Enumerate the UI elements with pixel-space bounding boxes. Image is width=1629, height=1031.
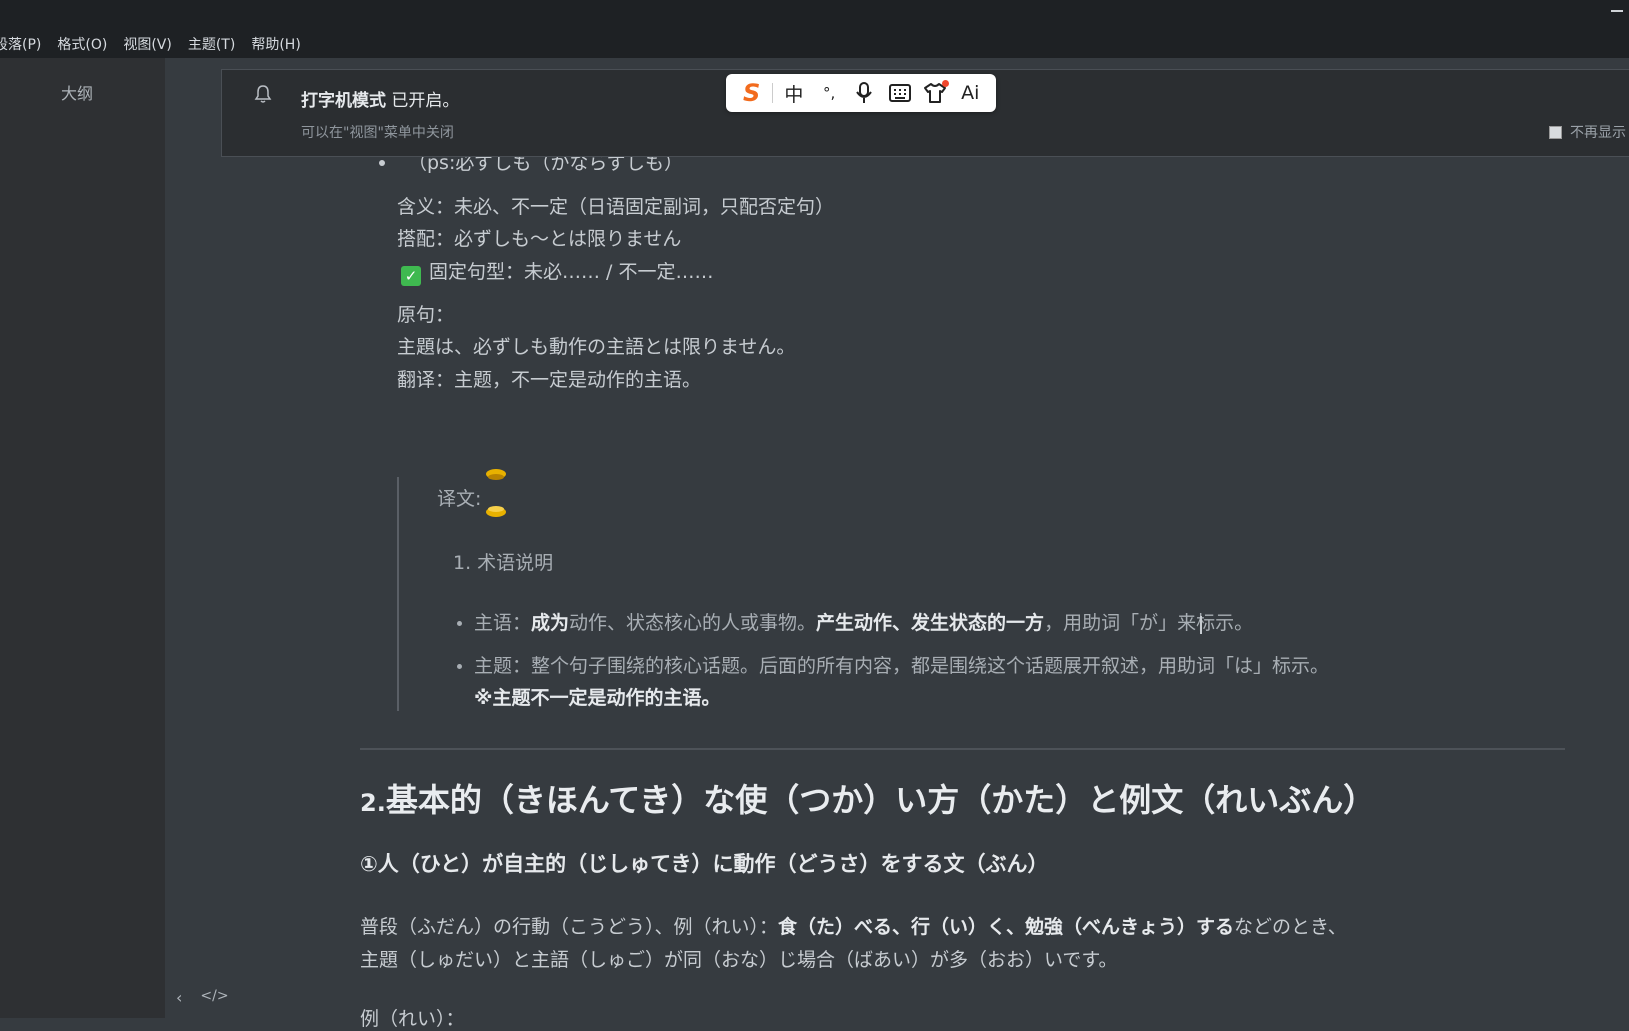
quote-list-item: 1. 术语说明 xyxy=(453,552,554,574)
subsection-heading: ①人（ひと）が自主的（じしゅてき）に動作（どうさ）をする文（ぶん） xyxy=(360,852,1049,876)
section-heading: 2.基本的（きほんてき）な使（つか）い方（かた）と例文（れいぶん） xyxy=(360,781,1376,819)
paragraph-line-2: 主題（しゅだい）と主語（しゅご）が同（おな）じ場合（ばあい）が多（おお）いです。 xyxy=(360,949,1118,971)
blockquote-bar xyxy=(397,477,399,711)
notification-subtitle: 可以在"视图"菜单中关闭 xyxy=(301,125,454,141)
punctuation-mode-button[interactable]: °, xyxy=(812,78,847,108)
notification-dot xyxy=(941,80,949,87)
sidebar-bottom-bar: ‹ </> xyxy=(176,988,229,1007)
mic-icon[interactable] xyxy=(847,78,882,108)
keyboard-icon[interactable] xyxy=(882,78,917,108)
quote-label: 译文: xyxy=(437,488,482,510)
translation-line: 翻译：主题，不一定是动作的主语。 xyxy=(397,369,702,391)
checkbox-box[interactable] xyxy=(1549,125,1562,139)
back-icon[interactable]: ‹ xyxy=(176,988,182,1007)
topic-definition: 主题：整个句子围绕的核心话题。后面的所有内容，都是围绕这个话题展开叙述，用助词「… xyxy=(474,655,1330,677)
subject-definition: 主语：成为动作、状态核心的人或事物。产生动作、发生状态的一方，用助词「が」来标示… xyxy=(474,612,1254,634)
meaning-line: 含义：未必、不一定（日语固定副词，只配否定句） xyxy=(397,196,835,218)
pattern-line: ✓ 固定句型：未必…… / 不一定…… xyxy=(401,257,713,286)
chinese-mode-button[interactable]: 中 xyxy=(776,78,811,108)
horizontal-rule xyxy=(360,748,1565,750)
orig-sentence: 主題は、必ずしも動作の主語とは限りません。 xyxy=(397,336,796,358)
ai-button[interactable]: Ai xyxy=(953,78,988,108)
bell-icon xyxy=(254,85,272,103)
shirt-icon[interactable] xyxy=(917,78,952,108)
dont-show-label: 不再显示 xyxy=(1570,125,1626,141)
hourglass-icon xyxy=(486,469,506,517)
bullet xyxy=(457,664,462,669)
paragraph-line-1: 普段（ふだん）の行動（こうどう）、例（れい）：食（た）べる、行（い）く、勉強（べ… xyxy=(360,916,1347,938)
ime-toolbar: S 中 °, Ai xyxy=(726,74,996,112)
bullet xyxy=(457,621,462,626)
source-code-icon[interactable]: </> xyxy=(200,988,228,1007)
collocation-line: 搭配：必ずしも～とは限りません xyxy=(397,228,682,250)
text-cursor xyxy=(1200,616,1202,634)
notification-title: 打字机模式 已开启。 xyxy=(301,91,460,111)
checkmark-icon: ✓ xyxy=(401,266,421,286)
bullet xyxy=(379,160,385,166)
sogou-logo-icon[interactable]: S xyxy=(734,78,769,108)
orig-label: 原句： xyxy=(397,304,455,326)
dont-show-again-checkbox[interactable]: 不再显示 xyxy=(1549,122,1626,142)
pattern-text: 固定句型：未必…… / 不一定…… xyxy=(429,261,714,283)
separator xyxy=(772,83,774,103)
topic-note: ※主题不一定是动作的主语。 xyxy=(474,687,721,709)
